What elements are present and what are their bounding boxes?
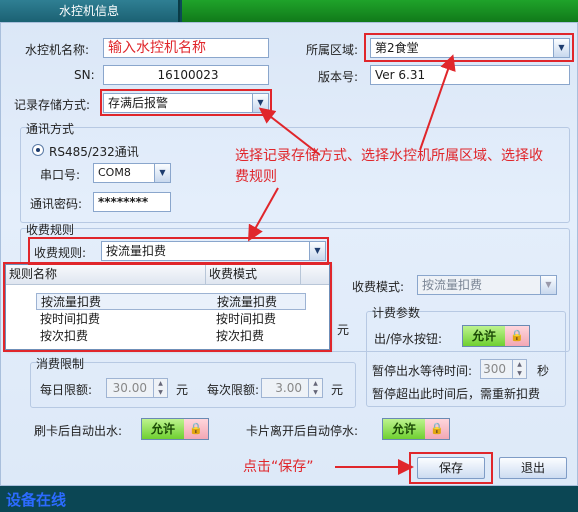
annotation-arrows	[248, 54, 456, 475]
status-text: 设备在线	[6, 491, 67, 509]
arrow-to-area	[419, 54, 456, 151]
arrow-to-rule	[248, 187, 279, 242]
status-bar: 设备在线	[0, 486, 578, 512]
arrow-to-storage	[258, 107, 321, 156]
dialog-window: 水控机信息 水控机名称: 输入水控机名称 所属区域: 第2食堂 ▼ SN: 16…	[0, 0, 578, 512]
